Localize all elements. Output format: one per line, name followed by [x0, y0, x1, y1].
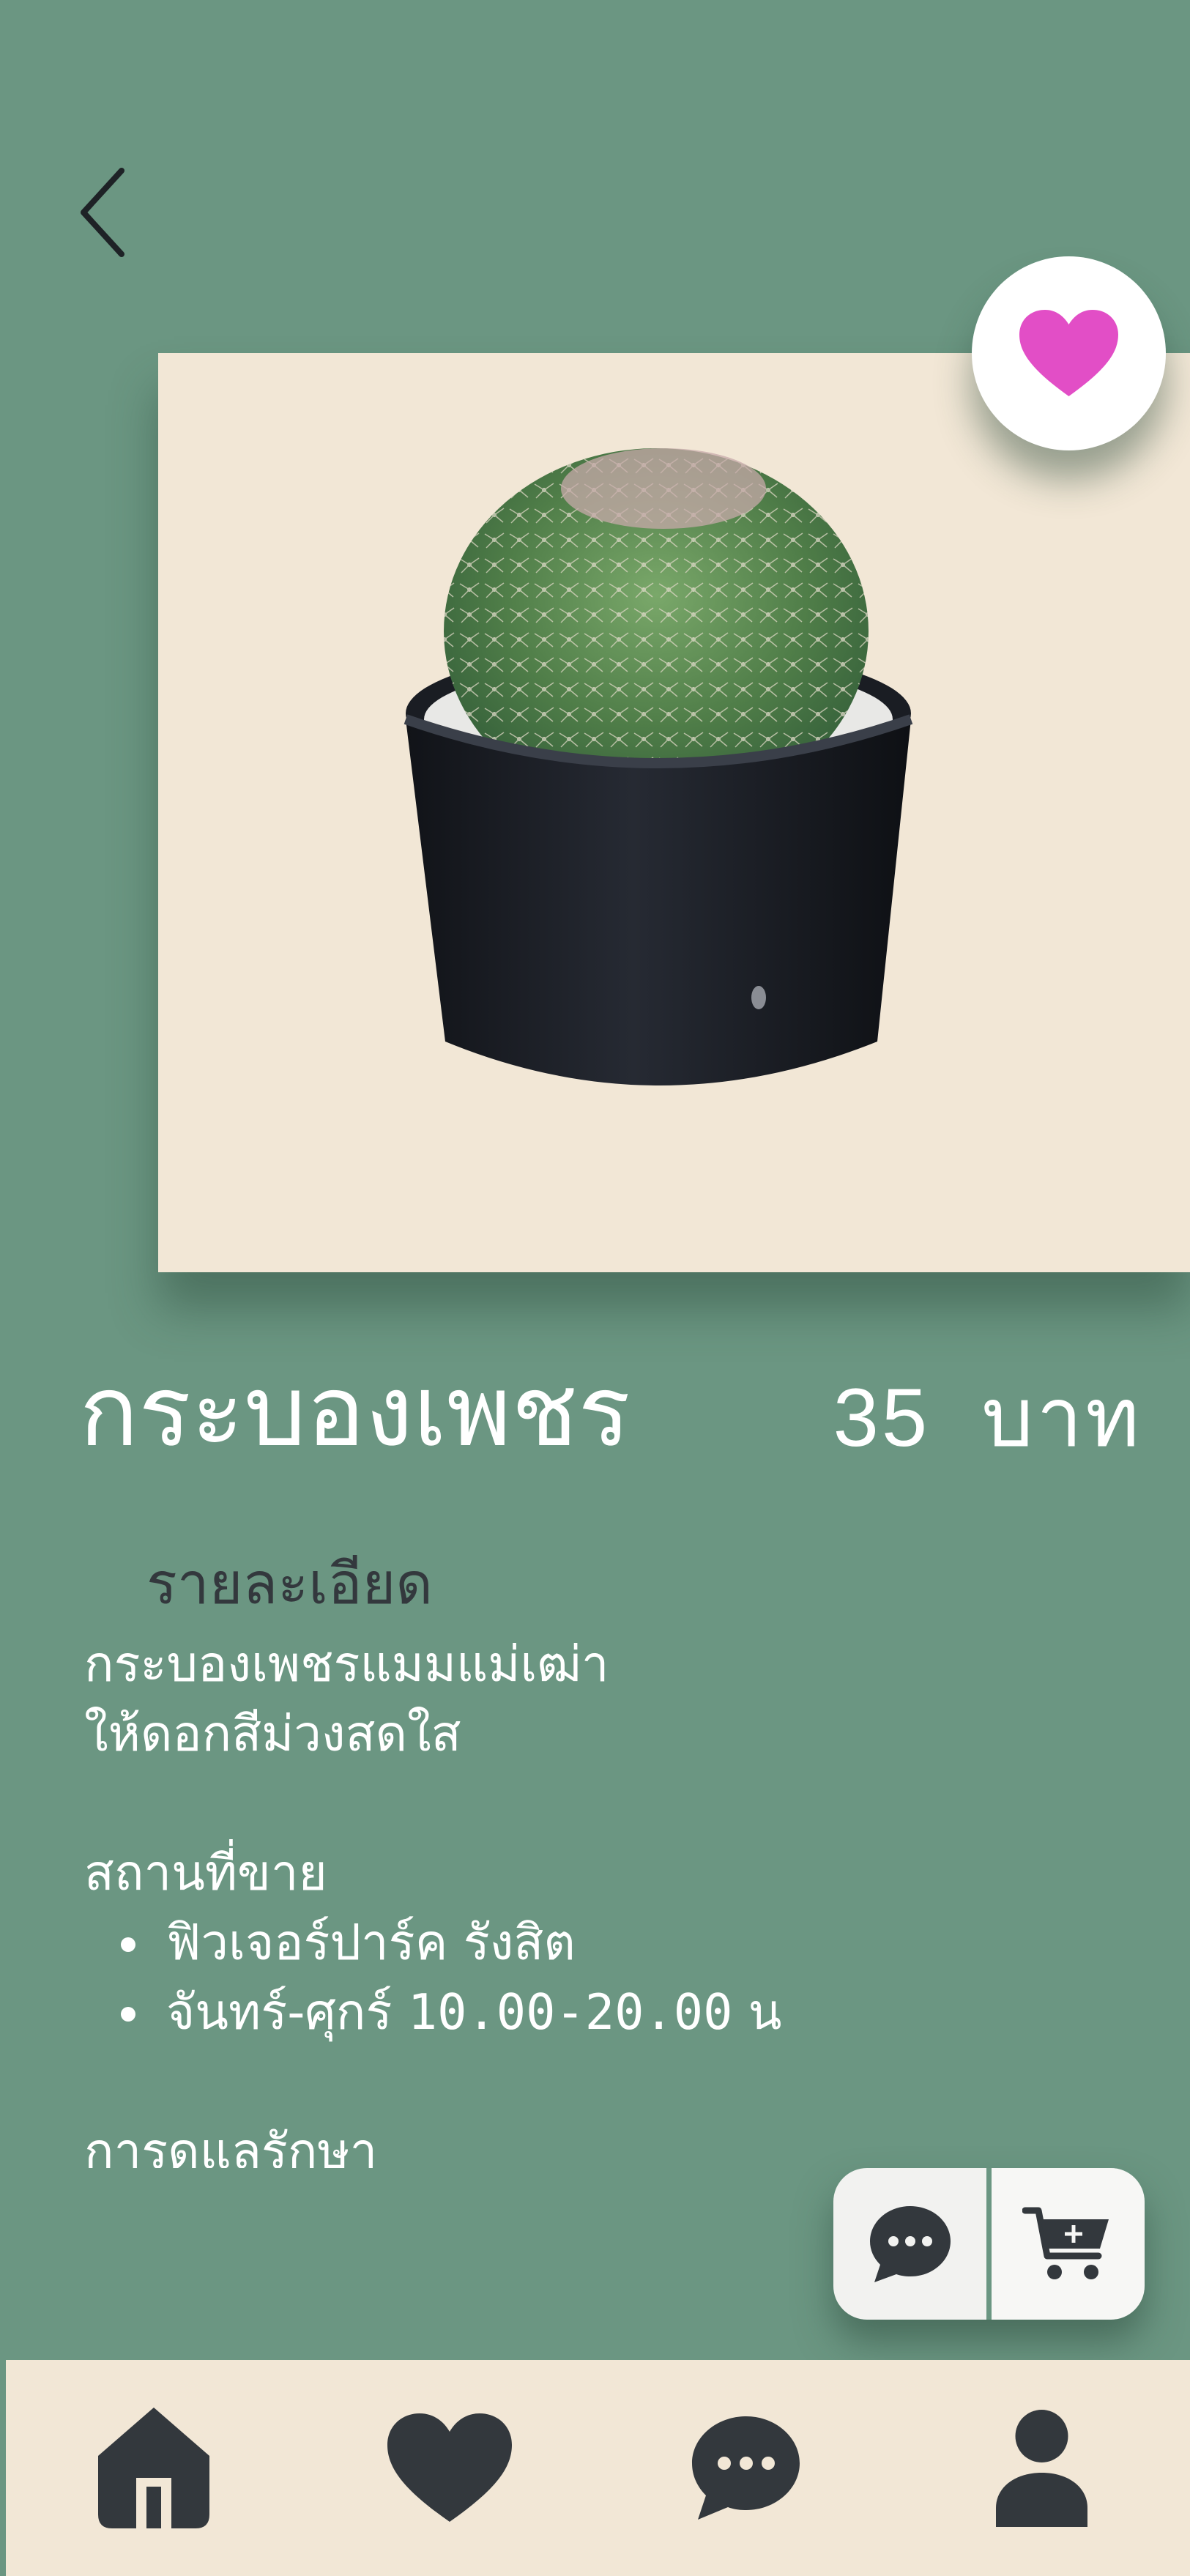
chat-button[interactable]: [833, 2168, 986, 2320]
cart-plus-icon: [1022, 2207, 1109, 2279]
nav-profile[interactable]: [894, 2360, 1190, 2576]
care-heading: การดูแลรักษา: [84, 2123, 378, 2168]
product-image: [158, 353, 1190, 1272]
back-button[interactable]: [73, 165, 139, 260]
product-name: กระบองเพชร: [79, 1354, 631, 1469]
nav-chat[interactable]: [598, 2360, 894, 2576]
chat-bubble-icon: [869, 2205, 951, 2282]
chevron-left-icon: [81, 168, 124, 257]
details-section-label: รายละเอียด: [146, 1551, 433, 1617]
sale-location-heading: สถานที่ขาย: [84, 1844, 327, 1901]
sale-location-list: ฟิวเจอร์ปาร์ค รังสิต จันทร์-ศุกร์ 10.00-…: [84, 1908, 926, 2047]
home-icon: [98, 2408, 210, 2528]
heart-icon: [1019, 309, 1118, 396]
action-divider: [986, 2168, 992, 2320]
opening-hours: 10.00-20.00: [407, 1983, 733, 2041]
sale-location-text: ฟิวเจอร์ปาร์ค รังสิต: [166, 1914, 576, 1971]
user-icon: [996, 2409, 1088, 2527]
cactus-in-pot-photo: [404, 448, 913, 1085]
price-value: 35: [833, 1372, 931, 1463]
hours-unit: น: [732, 1983, 782, 2041]
description-line: ให้ดอกสีม่วงสดใส: [84, 1705, 461, 1762]
bottom-nav: [6, 2360, 1190, 2576]
add-to-cart-button[interactable]: [992, 2168, 1145, 2320]
list-item: ฟิวเจอร์ปาร์ค รังสิต: [84, 1908, 926, 1978]
favorite-button[interactable]: [972, 256, 1166, 450]
product-description: กระบองเพชรแมมแม่เฒ่า ให้ดอกสีม่วงสดใส สถ…: [84, 1630, 926, 2168]
product-price: 35 บาท: [833, 1377, 1142, 1460]
description-line: กระบองเพชรแมมแม่เฒ่า: [84, 1636, 609, 1693]
opening-days: จันทร์-ศุกร์: [166, 1983, 408, 2041]
list-item: จันทร์-ศุกร์ 10.00-20.00 น: [84, 1978, 926, 2047]
price-unit: บาท: [981, 1370, 1142, 1466]
heart-icon: [387, 2413, 513, 2522]
action-pill: [833, 2168, 1145, 2320]
nav-home[interactable]: [6, 2360, 302, 2576]
nav-favorites[interactable]: [302, 2360, 598, 2576]
chat-bubble-icon: [692, 2416, 800, 2520]
